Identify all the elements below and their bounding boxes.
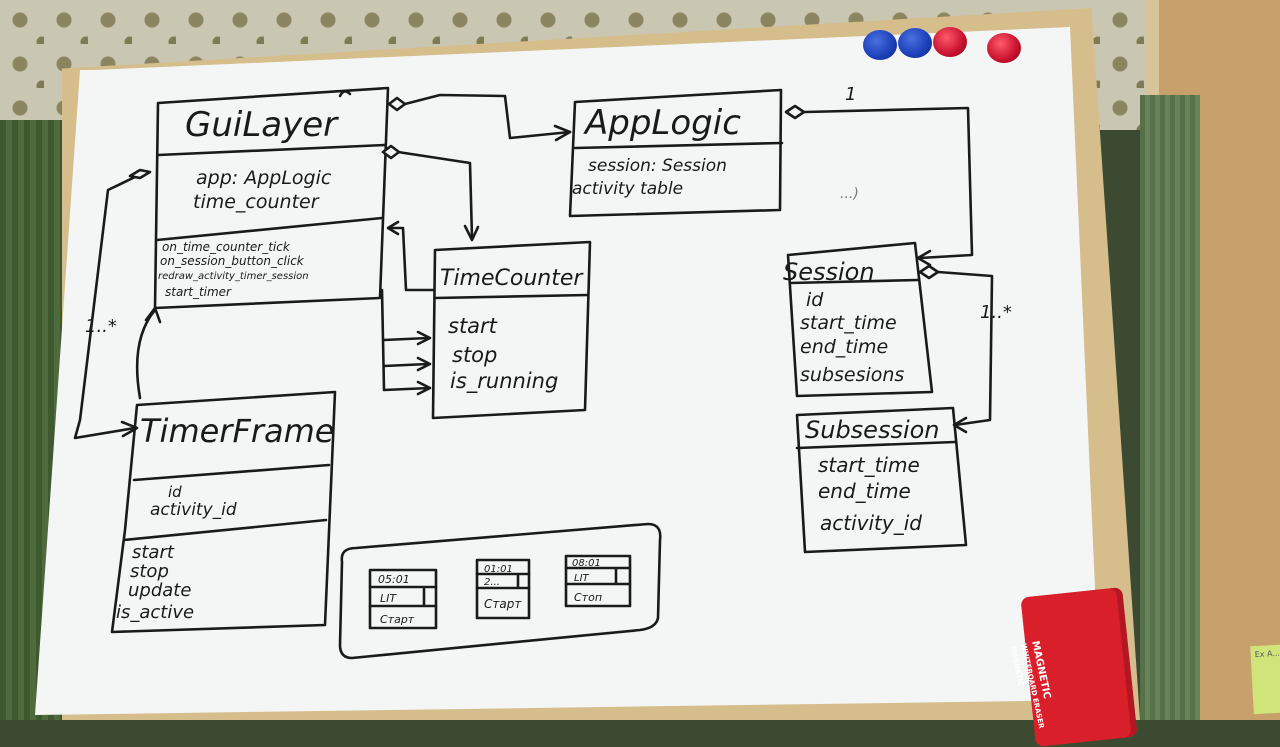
sketch-1-time: 05:01 [378,573,410,586]
guilayer-method-2: on_session_button_click [160,254,305,268]
applogic-attr-2: activity table [572,179,683,199]
session-attr-2: start_time [800,312,897,334]
sketch-3-time: 08:01 [572,558,601,569]
session-attr-1: id [806,289,824,311]
subsession-attr-1: start_time [818,453,920,477]
timerframe-attr-2: activity_id [150,500,237,520]
session-attr-4: subsesions [800,364,904,386]
timerframe-method-2: stop [130,561,169,582]
guilayer-attr-2: time_counter [193,191,320,213]
session-title: Session [783,258,875,286]
sketch-1-activity: LIT [380,592,397,605]
blue-magnet-2 [898,28,932,58]
sketch-2-time: 01:01 [484,564,513,575]
mult-session-subsession: 1..* [980,302,1012,323]
guilayer-title: GuiLayer [185,105,339,145]
red-magnet-2 [987,33,1021,63]
sketch-2-activity: 2... [484,577,500,588]
red-magnet-1 [933,27,967,57]
timecounter-method-1: start [448,314,498,338]
timerframe-method-1: start [132,542,175,563]
subsession-attr-2: end_time [818,479,911,503]
guilayer-method-3: redraw_activity_timer_session [158,271,309,282]
timecounter-title: TimeCounter [440,266,584,291]
applogic-title: AppLogic [583,103,741,143]
guilayer-method-4: start_timer [165,285,232,299]
timerframe-method-3: update [128,580,191,601]
timecounter-method-2: stop [452,343,497,367]
mult-applogic-session: 1 [845,84,856,105]
timerframe-title: TimerFrame [140,412,334,450]
sketch-2-button: Cтарт [484,597,522,611]
timerframe-method-4: is_active [116,602,194,623]
subsession-attr-3: activity_id [820,511,922,535]
applogic-note: ...) [840,186,859,202]
subsession-title: Subsession [805,416,940,444]
applogic-attr-1: session: Session [588,156,727,176]
timecounter-method-3: is_running [450,369,558,394]
guilayer-method-1: on_time_counter_tick [162,240,291,254]
blue-magnet-1 [863,30,897,60]
session-attr-3: end_time [800,336,888,358]
sketch-1-button: Cтарт [380,613,415,626]
sketch-3-activity: LIT [574,573,590,584]
mult-guilayer-timerframe: 1..* [85,316,117,337]
sketch-3-button: Cтоп [574,591,602,604]
guilayer-attr-1: app: AppLogic [196,167,332,189]
timerframe-attr-1: id [168,483,182,501]
